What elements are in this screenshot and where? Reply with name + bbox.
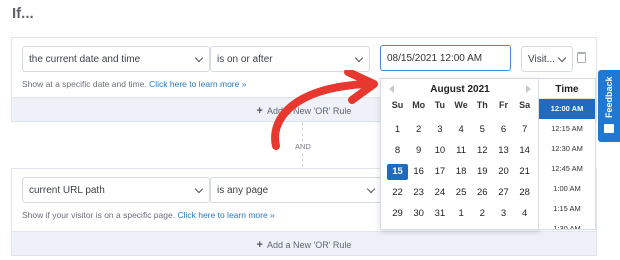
calendar-day[interactable]: 14 (514, 143, 535, 159)
learn-more-link[interactable]: Click here to learn more » (149, 79, 246, 89)
calendar-day[interactable]: 21 (514, 164, 535, 180)
calendar-day[interactable]: 10 (429, 143, 450, 159)
trash-icon[interactable] (577, 52, 586, 63)
visitor-value: Visit... (528, 54, 556, 65)
calendar-day[interactable]: 18 (451, 164, 472, 180)
condition-value: the current date and time (29, 54, 141, 65)
time-option[interactable]: 12:15 AM (539, 119, 595, 139)
calendar-day[interactable]: 27 (493, 185, 514, 201)
calendar-day[interactable]: 19 (472, 164, 493, 180)
time-option[interactable]: 12:45 AM (539, 159, 595, 179)
weekday-label: We (454, 100, 468, 110)
calendar-day[interactable]: 4 (451, 122, 472, 138)
calendar-day[interactable]: 25 (451, 185, 472, 201)
chevron-down-icon (366, 184, 376, 194)
calendar-day[interactable]: 13 (493, 143, 514, 159)
previous-month-icon[interactable] (389, 85, 394, 93)
help-text-2: Show if your visitor is on a specific pa… (22, 210, 275, 220)
calendar-day[interactable]: 1 (451, 206, 472, 222)
calendar-day[interactable]: 6 (493, 122, 514, 138)
weekday-label: Su (391, 100, 404, 110)
chevron-down-icon (194, 53, 204, 63)
calendar-day[interactable]: 2 (472, 206, 493, 222)
weekday-label: Tu (434, 100, 446, 110)
weekday-label: Th (476, 100, 488, 110)
calendar-day[interactable]: 23 (408, 185, 429, 201)
time-option[interactable]: 1:30 AM (539, 219, 595, 229)
time-option[interactable]: 12:00 AM (539, 99, 595, 119)
weekday-label: Sa (519, 100, 531, 110)
operator-value: is on or after (217, 54, 273, 65)
calendar-day[interactable]: 20 (493, 164, 514, 180)
operator-select-2[interactable]: is any page (210, 177, 382, 203)
help-description: Show if your visitor is on a specific pa… (22, 210, 176, 220)
calendar-day[interactable]: 26 (472, 185, 493, 201)
calendar-day[interactable]: 17 (429, 164, 450, 180)
calendar-day[interactable]: 11 (451, 143, 472, 159)
calendar-day[interactable]: 16 (408, 164, 429, 180)
feedback-label: Feedback (604, 76, 614, 118)
condition-select-2[interactable]: current URL path (22, 177, 210, 203)
operator-select-1[interactable]: is on or after (210, 46, 370, 72)
weekday-label: Mo (412, 100, 426, 110)
visitor-select[interactable]: Visit... (521, 46, 573, 72)
time-option[interactable]: 1:00 AM (539, 179, 595, 199)
add-or-rule-button-2[interactable]: + Add a New 'OR' Rule (12, 231, 596, 255)
time-header: Time (539, 79, 595, 99)
calendar-day[interactable]: 12 (472, 143, 493, 159)
chevron-down-icon (194, 184, 204, 194)
feedback-tab[interactable]: Feedback (598, 70, 620, 142)
calendar-day[interactable]: 3 (429, 122, 450, 138)
time-picker: Time 12:00 AM 12:15 AM 12:30 AM 12:45 AM 1:0… (538, 78, 596, 230)
help-text-1: Show at a specific date and time. Click … (22, 79, 246, 89)
chevron-down-icon (354, 53, 364, 63)
time-option[interactable]: 1:15 AM (539, 199, 595, 219)
page-heading: If... (12, 5, 34, 22)
calendar-day[interactable]: 22 (387, 185, 408, 201)
calendar-day[interactable]: 4 (514, 206, 535, 222)
calendar-day[interactable]: 8 (387, 143, 408, 159)
calendar-day[interactable]: 9 (408, 143, 429, 159)
date-picker: August 2021 Su Mo Tu We Th Fr Sa 1 2 3 4 5 6 7 8 9 10 11… (380, 78, 540, 230)
calendar-day[interactable]: 30 (408, 206, 429, 222)
calendar-day[interactable]: 2 (408, 122, 429, 138)
time-option[interactable]: 12:30 AM (539, 139, 595, 159)
feedback-icon (604, 124, 614, 133)
plus-icon: + (256, 239, 263, 251)
calendar-month-label: August 2021 (430, 84, 490, 95)
date-time-input[interactable]: 08/15/2021 12:00 AM (380, 45, 511, 71)
annotation-arrow-icon (271, 70, 378, 150)
learn-more-link[interactable]: Click here to learn more » (177, 210, 274, 220)
add-or-label: Add a New 'OR' Rule (266, 240, 352, 250)
chevron-down-icon (557, 53, 567, 63)
calendar-day[interactable]: 5 (472, 122, 493, 138)
weekday-label: Fr (499, 100, 508, 110)
operator-value: is any page (217, 185, 269, 196)
calendar-day[interactable]: 24 (429, 185, 450, 201)
calendar-day[interactable]: 15 (387, 164, 408, 180)
calendar-day[interactable]: 1 (387, 122, 408, 138)
next-month-icon[interactable] (526, 85, 531, 93)
calendar-day[interactable]: 29 (387, 206, 408, 222)
calendar-day[interactable]: 3 (493, 206, 514, 222)
calendar-day[interactable]: 7 (514, 122, 535, 138)
calendar-day[interactable]: 28 (514, 185, 535, 201)
calendar-day[interactable]: 31 (429, 206, 450, 222)
help-description: Show at a specific date and time. (22, 79, 147, 89)
condition-select-1[interactable]: the current date and time (22, 46, 210, 72)
condition-value: current URL path (29, 185, 105, 196)
